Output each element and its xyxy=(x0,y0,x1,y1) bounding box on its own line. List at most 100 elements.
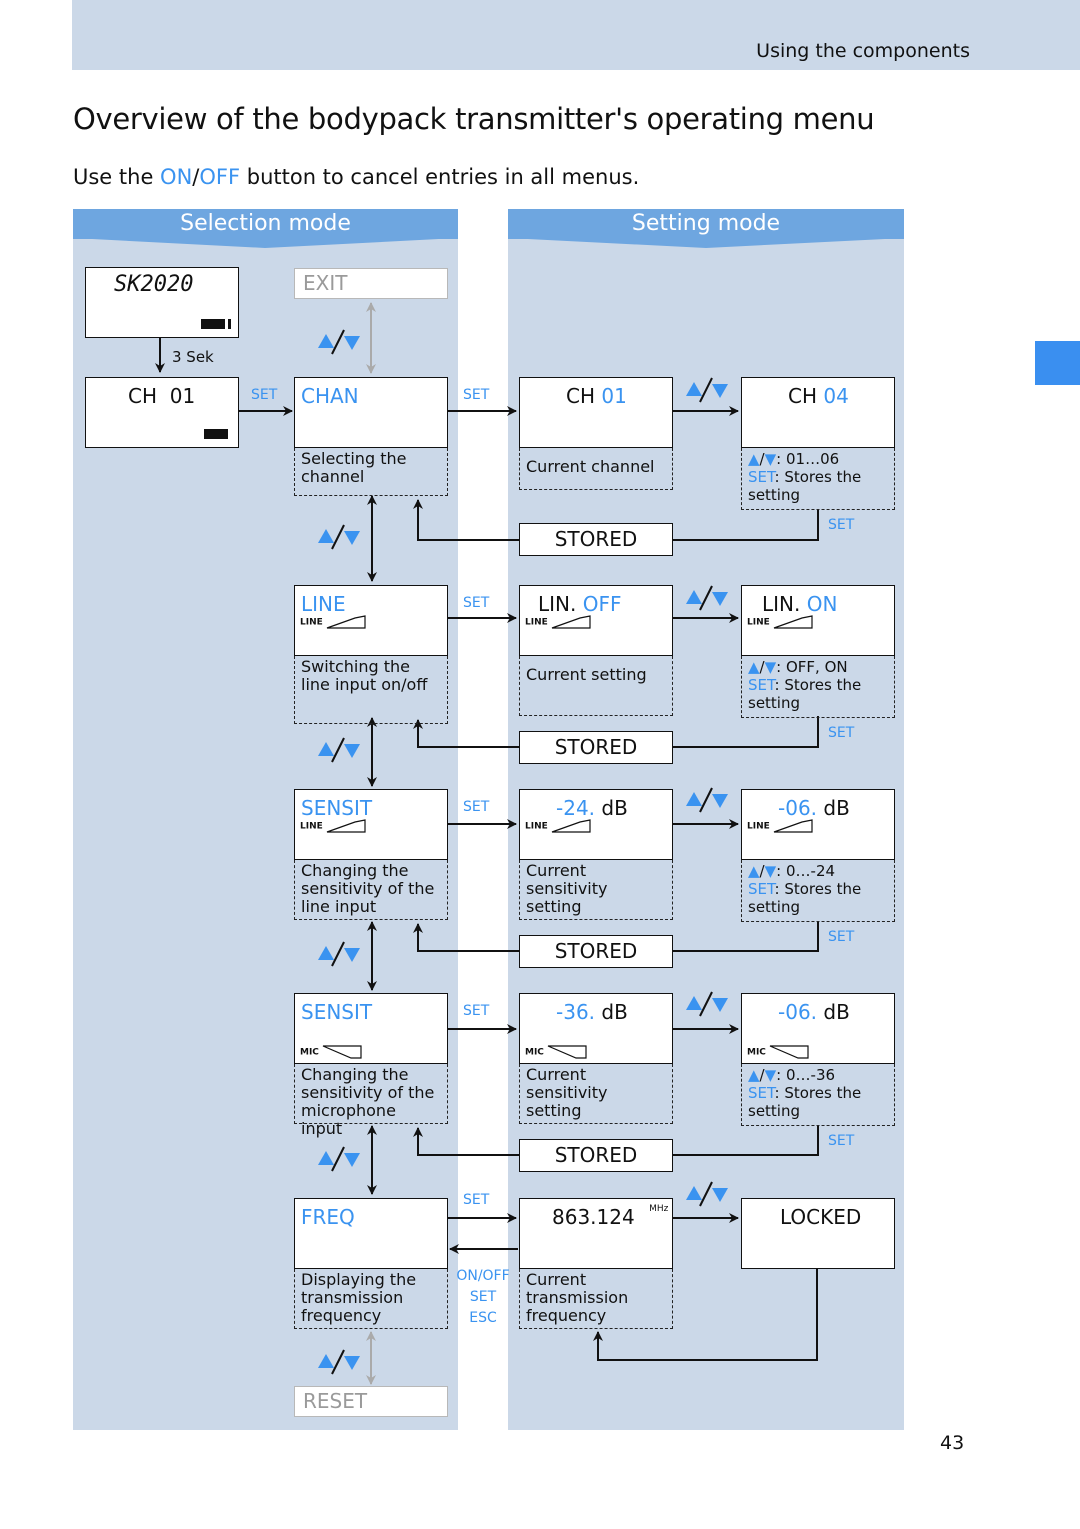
current-value: -36. dB xyxy=(556,1000,628,1024)
set-label: SET xyxy=(828,1133,855,1149)
display-sk2020: SK2020 xyxy=(85,267,239,338)
channel-readout: CH 01 xyxy=(128,384,196,408)
range-description: ▲/▼: 0…-24 SET: Stores the setting xyxy=(741,860,895,922)
menu-label: FREQ xyxy=(301,1205,355,1229)
new-value: -06. dB xyxy=(778,796,850,820)
current-value-display: CH 01 xyxy=(519,377,673,448)
menu-description: Displaying the transmission frequency xyxy=(294,1269,448,1329)
new-value: LIN. ON xyxy=(762,592,838,616)
menu-item-line[interactable]: LINE LINE xyxy=(294,585,448,656)
set-label: SET xyxy=(251,387,278,403)
new-value: CH 04 xyxy=(788,384,849,408)
battery-icon xyxy=(204,429,228,439)
description-line: frequency xyxy=(301,1306,382,1325)
current-description: Current sensitivity setting xyxy=(519,860,673,920)
level-meter-icon: LINE xyxy=(300,818,369,834)
description-line: Displaying the xyxy=(301,1270,417,1289)
level-meter-icon: LINE xyxy=(747,818,816,834)
stored-indicator: STORED xyxy=(519,731,673,764)
menu-description: Selecting the channel xyxy=(294,448,448,496)
menu-item-freq[interactable]: FREQ xyxy=(294,1198,448,1269)
display-ch01: CH 01 xyxy=(85,377,239,448)
new-value-display: LOCKED xyxy=(741,1198,895,1269)
stored-indicator: STORED xyxy=(519,935,673,968)
exit-item[interactable]: EXIT xyxy=(294,268,448,299)
description-line: sensitivity of the xyxy=(301,879,435,898)
level-meter-icon: MIC xyxy=(300,1044,365,1060)
description-line: Current xyxy=(526,1270,587,1289)
escape-keys: ON/OFF SET ESC xyxy=(456,1268,510,1326)
current-description: Current sensitivity setting xyxy=(519,1064,673,1124)
new-value-display: -06. dB LINE xyxy=(741,789,895,860)
current-value-display: LIN. OFF LINE xyxy=(519,585,673,656)
range-description: ▲/▼: 01…06 SET: Stores the setting xyxy=(741,448,895,510)
set-label: SET xyxy=(828,517,855,533)
current-value: LIN. OFF xyxy=(538,592,622,616)
menu-item-sensit[interactable]: SENSIT MIC xyxy=(294,993,448,1064)
current-value-display: -24. dB LINE xyxy=(519,789,673,860)
current-value: 863.124 MHz xyxy=(552,1204,669,1230)
description-line: setting xyxy=(526,897,582,916)
level-meter-icon: MIC xyxy=(747,1044,812,1060)
menu-label: CHAN xyxy=(301,384,359,408)
new-value: -06. dB xyxy=(778,1000,850,1024)
level-meter-icon: LINE xyxy=(300,614,369,630)
current-value-display: 863.124 MHz xyxy=(519,1198,673,1269)
battery-icon xyxy=(201,319,228,329)
level-meter-icon: MIC xyxy=(525,1044,590,1060)
description-line: frequency xyxy=(526,1306,607,1325)
menu-label: SENSIT xyxy=(301,1000,373,1024)
menu-item-sensit[interactable]: SENSIT LINE xyxy=(294,789,448,860)
description-line: Switching the xyxy=(301,657,410,676)
current-value-display: -36. dB MIC xyxy=(519,993,673,1064)
level-meter-icon: LINE xyxy=(525,614,594,630)
description-line: Changing the xyxy=(301,861,409,880)
set-label: SET xyxy=(463,799,490,815)
current-description: Current channel xyxy=(519,448,673,490)
range-description: ▲/▼: OFF, ON SET: Stores the setting xyxy=(741,656,895,718)
reset-item[interactable]: RESET xyxy=(294,1386,448,1417)
current-value: CH 01 xyxy=(566,384,627,408)
chapter-tab xyxy=(1035,341,1080,385)
description-line: sensitivity of the xyxy=(301,1083,435,1102)
description-line: Selecting the xyxy=(301,449,407,468)
description-line: Current xyxy=(526,1065,587,1084)
device-name: SK2020 xyxy=(114,272,194,297)
description-line: Current channel xyxy=(526,457,655,476)
description-line: transmission xyxy=(301,1288,404,1307)
description-line: microphone input xyxy=(301,1101,396,1138)
range-description: ▲/▼: 0…-36 SET: Stores the setting xyxy=(741,1064,895,1126)
delay-label: 3 Sek xyxy=(172,348,214,366)
description-line: line input xyxy=(301,897,377,916)
new-value-display: -06. dB MIC xyxy=(741,993,895,1064)
menu-description: Changing the sensitivity of the microphone… xyxy=(294,1064,448,1138)
new-value-display: CH 04 xyxy=(741,377,895,448)
description-line: line input on/off xyxy=(301,675,428,694)
menu-description: Changing the sensitivity of the line input xyxy=(294,860,448,920)
description-line: setting xyxy=(526,1101,582,1120)
menu-item-chan[interactable]: CHAN xyxy=(294,377,448,448)
set-label: SET xyxy=(463,1003,490,1019)
level-meter-icon: LINE xyxy=(747,614,816,630)
current-value: -24. dB xyxy=(556,796,628,820)
description-line: sensitivity xyxy=(526,879,608,898)
menu-label: LINE xyxy=(301,592,346,616)
set-label: SET xyxy=(463,387,490,403)
description-line: Current xyxy=(526,861,587,880)
new-value: LOCKED xyxy=(780,1205,862,1229)
set-label: SET xyxy=(463,595,490,611)
new-value-display: LIN. ON LINE xyxy=(741,585,895,656)
description-line: Changing the xyxy=(301,1065,409,1084)
description-line: channel xyxy=(301,467,365,486)
description-line: Current setting xyxy=(526,665,647,684)
stored-indicator: STORED xyxy=(519,1139,673,1172)
description-line: transmission xyxy=(526,1288,629,1307)
set-label: SET xyxy=(463,1192,490,1208)
current-description: Current setting xyxy=(519,656,673,716)
page-number: 43 xyxy=(940,1432,965,1454)
level-meter-icon: LINE xyxy=(525,818,594,834)
description-line: sensitivity xyxy=(526,1083,608,1102)
menu-description: Switching the line input on/off xyxy=(294,656,448,724)
stored-indicator: STORED xyxy=(519,523,673,556)
menu-label: SENSIT xyxy=(301,796,373,820)
